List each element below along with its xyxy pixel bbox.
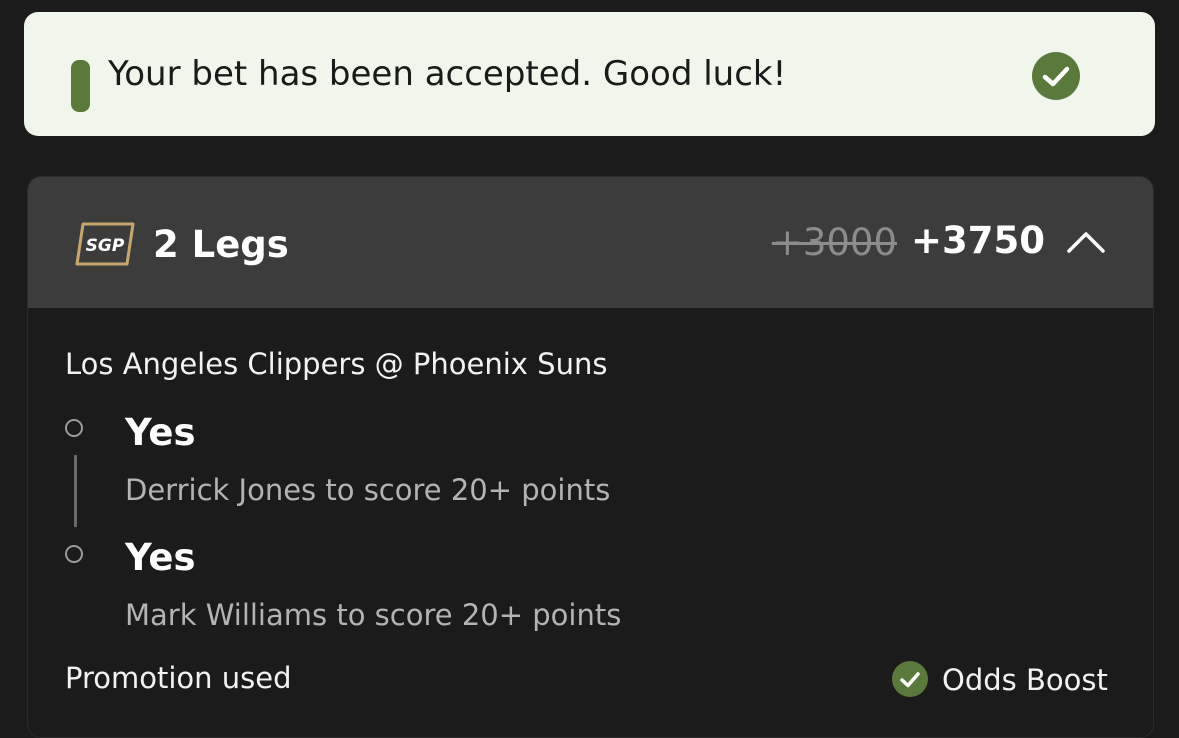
leg-description: Mark Williams to score 20+ points [125, 598, 622, 632]
leg-description: Derrick Jones to score 20+ points [125, 473, 611, 507]
leg-selection: Yes [125, 411, 196, 454]
leg-status-dot [65, 419, 83, 437]
sgp-badge-icon: SGP [75, 222, 135, 266]
original-odds: +3000 [771, 221, 897, 264]
leg-selection: Yes [125, 536, 196, 579]
bet-card-header[interactable]: SGP 2 Legs +3000 +3750 [28, 177, 1153, 308]
legs-count: 2 Legs [153, 223, 289, 266]
promotion-label: Promotion used [65, 661, 292, 695]
chevron-up-icon[interactable] [1066, 227, 1106, 257]
check-circle-icon [1032, 52, 1080, 100]
bet-card: SGP 2 Legs +3000 +3750 Los Angeles Clipp… [27, 176, 1154, 738]
leg-connector [74, 455, 77, 527]
promotion-value: Odds Boost [942, 663, 1108, 697]
matchup-label: Los Angeles Clippers @ Phoenix Suns [65, 347, 608, 381]
toast-accent-bar [71, 60, 90, 112]
leg-status-dot [65, 545, 83, 563]
sgp-badge-text: SGP [86, 236, 125, 256]
toast-message: Your bet has been accepted. Good luck! [108, 54, 787, 94]
check-circle-icon [892, 661, 928, 697]
boosted-odds: +3750 [911, 219, 1045, 262]
